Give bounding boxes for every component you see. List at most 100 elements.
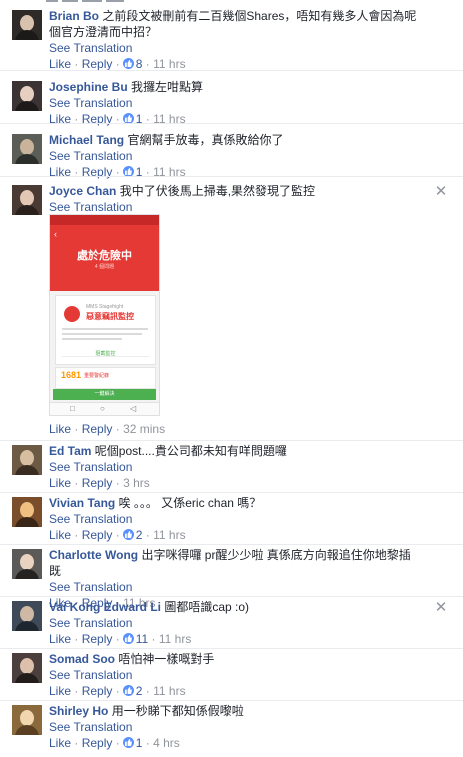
like-link[interactable]: Like (49, 528, 71, 542)
comment-time[interactable]: 32 mins (123, 422, 165, 436)
comment-text: 我攞左咁點算 (131, 80, 204, 94)
like-reaction-icon (122, 529, 134, 540)
comment-actions: Like · Reply · 2 · 11 hrs (49, 528, 186, 542)
like-link[interactable]: Like (49, 632, 71, 646)
comment-author[interactable]: Somad Soo (49, 652, 115, 666)
threat-card: MMS Stagefright 惡意竊訊監控 阻截監控 (55, 295, 156, 365)
see-translation-link[interactable]: See Translation (49, 719, 421, 735)
avatar[interactable] (12, 601, 42, 631)
close-icon[interactable]: ✕ (434, 184, 448, 199)
comment-time[interactable]: 11 hrs (153, 528, 185, 542)
comment-author[interactable]: Ed Tam (49, 444, 91, 458)
comment-actions: Like · Reply · 2 · 11 hrs (49, 684, 186, 698)
comment-author[interactable]: Michael Tang (49, 133, 124, 147)
screenshot-subtitle: 4 個問題 (94, 264, 115, 270)
comment-author[interactable]: Vivian Tang (49, 496, 115, 510)
divider (62, 356, 149, 357)
like-link[interactable]: Like (49, 684, 71, 698)
reply-link[interactable]: Reply (82, 736, 113, 750)
comment-text: 唉 。。。 又係eric chan 嗎？ (118, 496, 262, 510)
avatar[interactable] (12, 185, 42, 215)
comment-text: 圖都唔識cap :o) (164, 600, 250, 614)
see-translation-link[interactable]: See Translation (49, 459, 421, 475)
screenshot-title: 處於危險中 (77, 250, 132, 262)
text-line (62, 338, 122, 340)
warning-header: ‹ 處於危險中 4 個問題 (50, 225, 159, 291)
like-count[interactable]: 1 (136, 736, 143, 750)
comment-text: 唔怕神一樣嘅對手 (118, 652, 215, 666)
see-translation-link[interactable]: See Translation (49, 148, 421, 164)
text-line (62, 328, 148, 330)
comment-author[interactable]: Shirley Ho (49, 704, 108, 718)
like-count[interactable]: 8 (136, 57, 143, 71)
reply-link[interactable]: Reply (82, 632, 113, 646)
see-translation-link[interactable]: See Translation (49, 40, 421, 56)
comment-text: 我中了伏後馬上掃毒,果然發現了監控 (119, 184, 316, 198)
comment: Michael Tang 官網幫手放毒，真係敗給你了 See Translati… (0, 123, 463, 179)
avatar[interactable] (12, 81, 42, 111)
like-link[interactable]: Like (49, 422, 71, 436)
reply-link[interactable]: Reply (82, 528, 113, 542)
see-translation-link[interactable]: See Translation (49, 95, 421, 111)
comment: Joyce Chan 我中了伏後馬上掃毒,果然發現了監控 See Transla… (0, 176, 463, 441)
comment: Josephine Bu 我攞左咁點算 See Translation Like… (0, 70, 463, 126)
comment-author[interactable]: Brian Bo (49, 9, 99, 23)
recent-apps-icon: □ (70, 404, 75, 413)
reply-link[interactable]: Reply (82, 422, 113, 436)
back-icon: ◁ (130, 404, 137, 413)
back-arrow-icon: ‹ (54, 229, 57, 239)
threat-title: 惡意竊訊監控 (86, 312, 134, 321)
like-count[interactable]: 2 (136, 528, 143, 542)
comment-actions: Like · Reply · 32 mins (49, 422, 166, 436)
see-translation-link[interactable]: See Translation (49, 667, 421, 683)
like-link[interactable]: Like (49, 57, 71, 71)
like-reaction-icon (122, 737, 134, 748)
attached-screenshot-image[interactable]: ‹ 處於危險中 4 個問題 MMS Stagefright 惡意竊訊監控 阻截監… (49, 214, 160, 416)
comment-time[interactable]: 11 hrs (159, 632, 191, 646)
avatar[interactable] (12, 445, 42, 475)
fix-button: 一鍵解決 (53, 389, 156, 400)
comment-text: 呢個post....貴公司都未知有咩問題囉 (94, 444, 287, 458)
see-translation-link[interactable]: See Translation (49, 511, 421, 527)
comment-author[interactable]: Charlotte Wong (49, 548, 138, 562)
avatar[interactable] (12, 653, 42, 683)
like-reaction-icon (122, 633, 134, 644)
comment-time[interactable]: 4 hrs (153, 736, 180, 750)
comment-actions: Like · Reply · 11 · 11 hrs (49, 632, 192, 646)
avatar[interactable] (12, 497, 42, 527)
avatar[interactable] (12, 705, 42, 735)
like-reaction-icon (122, 58, 134, 69)
comment-author[interactable]: Vai Kong Edward Li (49, 600, 161, 614)
like-count[interactable]: 2 (136, 684, 143, 698)
comment-author[interactable]: Josephine Bu (49, 80, 128, 94)
avatar[interactable] (12, 134, 42, 164)
avatar[interactable] (12, 10, 42, 40)
like-count[interactable]: 11 (136, 632, 148, 646)
comment: Charlotte Wong 出字咪得囉 pr醒少少啦 真係底方向報追住你地黎插… (0, 544, 463, 610)
record-label: 重要警紀錄 (84, 373, 110, 379)
see-translation-link[interactable]: See Translation (49, 199, 421, 215)
close-icon[interactable]: ✕ (434, 600, 448, 615)
comment-time[interactable]: 11 hrs (153, 57, 185, 71)
like-link[interactable]: Like (49, 476, 71, 490)
comment-actions: Like · Reply · 1 · 4 hrs (49, 736, 180, 750)
like-reaction-icon (122, 685, 134, 696)
comment: Vai Kong Edward Li 圖都唔識cap :o) See Trans… (0, 596, 463, 649)
reply-link[interactable]: Reply (82, 476, 113, 490)
see-translation-link[interactable]: See Translation (49, 615, 421, 631)
comment: Vivian Tang 唉 。。。 又係eric chan 嗎？ See Tra… (0, 492, 463, 545)
threat-label: MMS Stagefright (86, 304, 124, 310)
comment-time[interactable]: 3 hrs (123, 476, 150, 490)
comment: Ed Tam 呢個post....貴公司都未知有咩問題囉 See Transla… (0, 440, 463, 493)
record-card: 1681 重要警紀錄 (55, 367, 156, 389)
like-link[interactable]: Like (49, 736, 71, 750)
comment-text: 官網幫手放毒，真係敗給你了 (127, 133, 284, 147)
reply-link[interactable]: Reply (82, 684, 113, 698)
comment-author[interactable]: Joyce Chan (49, 184, 116, 198)
see-translation-link[interactable]: See Translation (49, 579, 421, 595)
reply-link[interactable]: Reply (82, 57, 113, 71)
comment-time[interactable]: 11 hrs (153, 684, 185, 698)
avatar[interactable] (12, 549, 42, 579)
text-line (62, 333, 142, 335)
comment-text: 之前段文被刪前有二百幾個Shares，唔知有幾多人會因為呢個官方澄清而中招？ (49, 9, 417, 39)
